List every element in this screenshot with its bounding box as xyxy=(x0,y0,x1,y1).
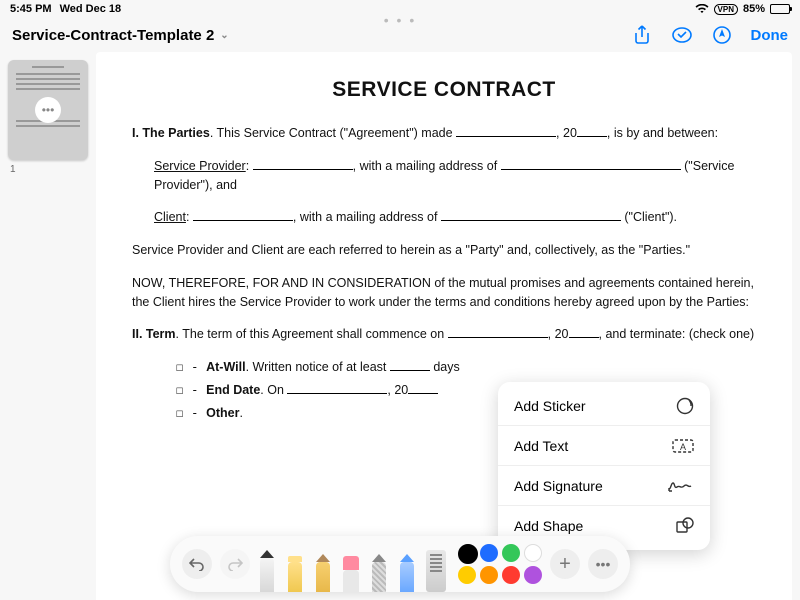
color-blue[interactable] xyxy=(480,544,498,562)
add-sticker-item[interactable]: Add Sticker xyxy=(498,386,710,426)
signature-icon xyxy=(668,479,694,493)
sticker-icon xyxy=(676,397,694,415)
svg-text:A: A xyxy=(680,442,686,452)
lasso-tool[interactable] xyxy=(370,554,388,592)
page-thumbnail[interactable]: ••• xyxy=(8,60,88,160)
pen-tool-icon[interactable] xyxy=(713,26,731,44)
thumbnail-page-number: 1 xyxy=(10,164,88,175)
color-red[interactable] xyxy=(502,566,520,584)
add-element-popover: Add Sticker Add TextA Add Signature Add … xyxy=(498,382,710,550)
battery-icon xyxy=(770,4,790,14)
pencil-tool[interactable] xyxy=(314,554,332,592)
eraser-tool[interactable] xyxy=(342,556,360,592)
wifi-icon xyxy=(695,4,709,14)
battery-percent: 85% xyxy=(743,3,765,15)
undo-button[interactable] xyxy=(182,549,212,579)
markup-icon[interactable] xyxy=(671,26,693,44)
markup-toolbar: + ••• xyxy=(170,536,630,592)
add-button[interactable]: + xyxy=(550,549,580,579)
page-title: SERVICE CONTRACT xyxy=(132,78,756,102)
status-date: Wed Dec 18 xyxy=(60,3,122,15)
document-title: Service-Contract-Template 2 xyxy=(12,27,214,44)
done-button[interactable]: Done xyxy=(751,27,789,44)
color-green[interactable] xyxy=(502,544,520,562)
status-time: 5:45 PM xyxy=(10,3,52,15)
color-black[interactable] xyxy=(458,544,478,564)
share-icon[interactable] xyxy=(633,25,651,45)
more-button[interactable]: ••• xyxy=(588,549,618,579)
add-signature-item[interactable]: Add Signature xyxy=(498,466,710,506)
shape-icon xyxy=(676,517,694,535)
pen-tool[interactable] xyxy=(258,550,276,592)
window-handle-icon: • • • xyxy=(384,12,416,28)
document-title-button[interactable]: Service-Contract-Template 2 ⌄ xyxy=(12,27,229,44)
redo-button[interactable] xyxy=(220,549,250,579)
color-purple[interactable] xyxy=(524,566,542,584)
vpn-badge: VPN xyxy=(714,4,738,15)
color-yellow[interactable] xyxy=(458,566,476,584)
color-orange[interactable] xyxy=(480,566,498,584)
color-swatches xyxy=(458,544,542,584)
marker-tool[interactable] xyxy=(286,556,304,592)
chevron-down-icon: ⌄ xyxy=(220,30,228,41)
ruler-tool[interactable] xyxy=(426,550,446,592)
text-icon: A xyxy=(672,438,694,454)
thumbnail-menu-icon[interactable]: ••• xyxy=(35,97,61,123)
color-empty[interactable] xyxy=(524,544,542,562)
crayon-tool[interactable] xyxy=(398,554,416,592)
add-text-item[interactable]: Add TextA xyxy=(498,426,710,466)
